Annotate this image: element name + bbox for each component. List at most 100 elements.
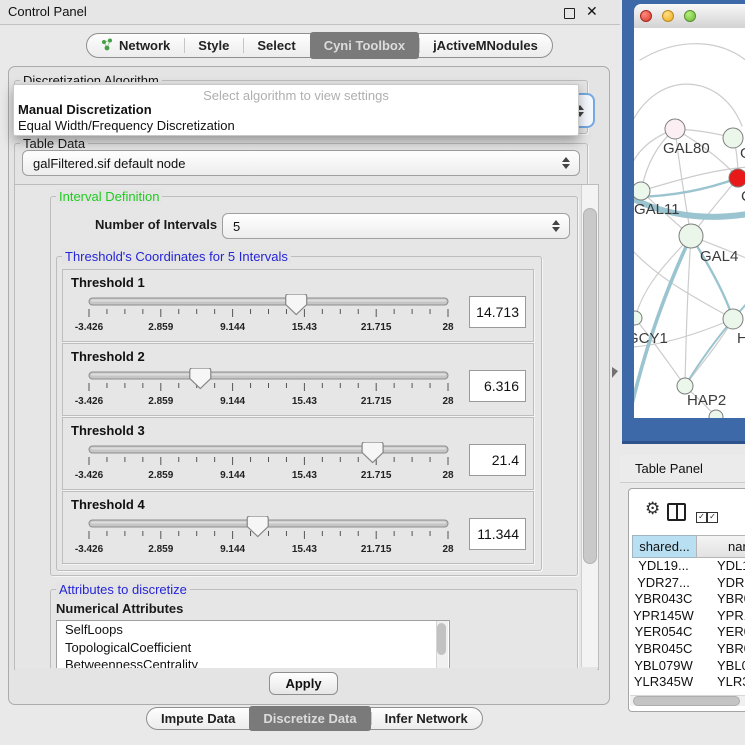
split-columns-icon[interactable] <box>667 503 686 521</box>
threshold-label: Threshold 1 <box>71 275 145 290</box>
control-panel-header <box>0 0 620 25</box>
table-cell-name[interactable]: YBR0 <box>717 641 745 658</box>
table-cell-name[interactable]: YIL0 <box>717 691 744 694</box>
svg-text:9.144: 9.144 <box>220 322 245 333</box>
threshold-box: Threshold 2-3.4262.8599.14415.4321.71528… <box>62 343 534 416</box>
algorithm-placeholder: Select algorithm to view settings <box>14 88 578 103</box>
number-of-intervals-label: Number of Intervals <box>95 217 217 232</box>
table-cell-shared[interactable]: YPR145W <box>632 608 695 625</box>
algorithm-dropdown-popup: Select algorithm to view settings Manual… <box>13 84 579 136</box>
threshold-slider[interactable]: -3.4262.8599.14415.4321.71528 <box>63 368 533 414</box>
table-cell-shared[interactable]: YER054C <box>632 624 695 641</box>
threshold-label: Threshold 3 <box>71 423 145 438</box>
tab-impute-data[interactable]: Impute Data <box>147 708 249 729</box>
zoom-traffic-light-icon[interactable] <box>684 10 696 22</box>
table-cell-name[interactable]: YER0 <box>717 624 745 641</box>
table-data-value: galFiltered.sif default node <box>33 156 185 171</box>
svg-text:21.715: 21.715 <box>361 544 392 555</box>
svg-text:28: 28 <box>442 544 454 555</box>
svg-text:2.859: 2.859 <box>148 544 173 555</box>
svg-text:GA: GA <box>740 145 745 162</box>
threshold-value-field[interactable]: 6.316 <box>469 370 526 402</box>
table-data-combo[interactable]: galFiltered.sif default node <box>22 150 580 176</box>
svg-text:9.144: 9.144 <box>220 470 245 481</box>
checkbox-icon: ✓ <box>707 512 718 523</box>
svg-text:9.144: 9.144 <box>220 396 245 407</box>
algorithm-option[interactable]: Manual Discretization <box>18 102 152 117</box>
threshold-value-field[interactable]: 11.344 <box>469 518 526 550</box>
table-cell-shared[interactable]: YBR043C <box>632 591 695 608</box>
table-cell-shared[interactable]: YDR27... <box>632 575 695 592</box>
table-header-name[interactable]: name <box>696 535 745 558</box>
threshold-slider[interactable]: -3.4262.8599.14415.4321.71528 <box>63 294 533 340</box>
threshold-slider[interactable]: -3.4262.8599.14415.4321.71528 <box>63 442 533 488</box>
tab-jactivemnodules[interactable]: jActiveMNodules <box>419 34 552 57</box>
table-cell-name[interactable]: YPR1 <box>717 608 745 625</box>
control-panel-title: Control Panel <box>8 4 87 19</box>
table-header-shared[interactable]: shared... <box>632 535 697 558</box>
table-cell-shared[interactable]: YLR345W <box>632 674 695 691</box>
svg-text:28: 28 <box>442 470 454 481</box>
svg-text:2.859: 2.859 <box>148 322 173 333</box>
network-node <box>634 311 642 325</box>
network-canvas[interactable]: GAL80GACGAL11GAL4GCY1HHAP2 <box>634 28 745 418</box>
table-cell-name[interactable]: YDL1 <box>717 558 745 575</box>
svg-text:15.43: 15.43 <box>292 322 317 333</box>
checkbox-icon: ✓ <box>696 512 707 523</box>
slider-thumb <box>190 368 211 389</box>
table-cell-name[interactable]: YBR0 <box>717 591 745 608</box>
minimize-traffic-light-icon[interactable] <box>662 10 674 22</box>
close-icon[interactable]: ✕ <box>586 3 598 20</box>
tab-label: Cyni Toolbox <box>324 38 405 53</box>
tab-select[interactable]: Select <box>243 34 309 57</box>
tab-label: Infer Network <box>385 711 468 726</box>
table-rows[interactable]: YDL19... YDL1 YDR27... YDR2 YBR043C YBR0 YPR14… <box>620 558 745 694</box>
svg-text:28: 28 <box>442 322 454 333</box>
attributes-scrollbar-thumb[interactable] <box>437 623 446 655</box>
table-panel-title: Table Panel <box>635 461 703 476</box>
table-cell-shared[interactable]: YBR045C <box>632 641 695 658</box>
numerical-attributes-label: Numerical Attributes <box>56 601 183 616</box>
svg-text:C: C <box>741 188 745 205</box>
threshold-slider[interactable]: -3.4262.8599.14415.4321.71528 <box>63 516 533 562</box>
tab-infer-network[interactable]: Infer Network <box>371 708 482 729</box>
tab-discretize-data[interactable]: Discretize Data <box>249 706 370 731</box>
table-hscrollbar-thumb[interactable] <box>633 696 740 706</box>
svg-text:GCY1: GCY1 <box>634 330 668 347</box>
threshold-value-field[interactable]: 21.4 <box>469 444 526 476</box>
table-cell-shared[interactable]: YBL079W <box>632 658 695 675</box>
svg-text:-3.426: -3.426 <box>75 322 104 333</box>
tab-label: Network <box>119 38 170 53</box>
algorithm-option[interactable]: Equal Width/Frequency Discretization <box>18 118 235 133</box>
interval-definition-label: Interval Definition <box>56 189 162 204</box>
checkbox-icons[interactable]: ✓✓ <box>696 506 718 524</box>
tab-style[interactable]: Style <box>184 34 243 57</box>
svg-text:21.715: 21.715 <box>361 470 392 481</box>
svg-text:28: 28 <box>442 396 454 407</box>
svg-text:15.43: 15.43 <box>292 544 317 555</box>
apply-button[interactable]: Apply <box>269 672 338 695</box>
svg-text:15.43: 15.43 <box>292 470 317 481</box>
table-cell-shared[interactable]: YIL052C <box>632 691 695 694</box>
tab-network[interactable]: Network <box>87 34 184 57</box>
settings-scrollbar-thumb[interactable] <box>583 208 597 564</box>
table-cell-shared[interactable]: YDL19... <box>632 558 695 575</box>
app-root: Control Panel ✕ Network StyleSelect Cyni T… <box>0 0 745 745</box>
attribute-item[interactable]: SelfLoops <box>57 621 449 639</box>
threshold-box: Threshold 3-3.4262.8599.14415.4321.71528… <box>62 417 534 490</box>
threshold-value-field[interactable]: 14.713 <box>469 296 526 328</box>
network-node <box>723 309 743 329</box>
gear-icon[interactable]: ⚙ <box>645 501 660 517</box>
attribute-item[interactable]: TopologicalCoefficient <box>57 639 449 657</box>
number-of-intervals-combo[interactable]: 5 <box>222 213 570 239</box>
close-traffic-light-icon[interactable] <box>640 10 652 22</box>
table-cell-name[interactable]: YBL0 <box>717 658 745 675</box>
svg-text:GAL11: GAL11 <box>634 201 680 218</box>
svg-text:2.859: 2.859 <box>148 396 173 407</box>
discretization-algorithm-label: Discretization Algorithm <box>20 73 162 82</box>
tab-cyni-toolbox[interactable]: Cyni Toolbox <box>310 32 419 59</box>
table-cell-name[interactable]: YLR3 <box>717 674 745 691</box>
table-cell-name[interactable]: YDR2 <box>717 575 745 592</box>
float-window-icon[interactable] <box>564 8 575 19</box>
svg-text:-3.426: -3.426 <box>75 544 104 555</box>
